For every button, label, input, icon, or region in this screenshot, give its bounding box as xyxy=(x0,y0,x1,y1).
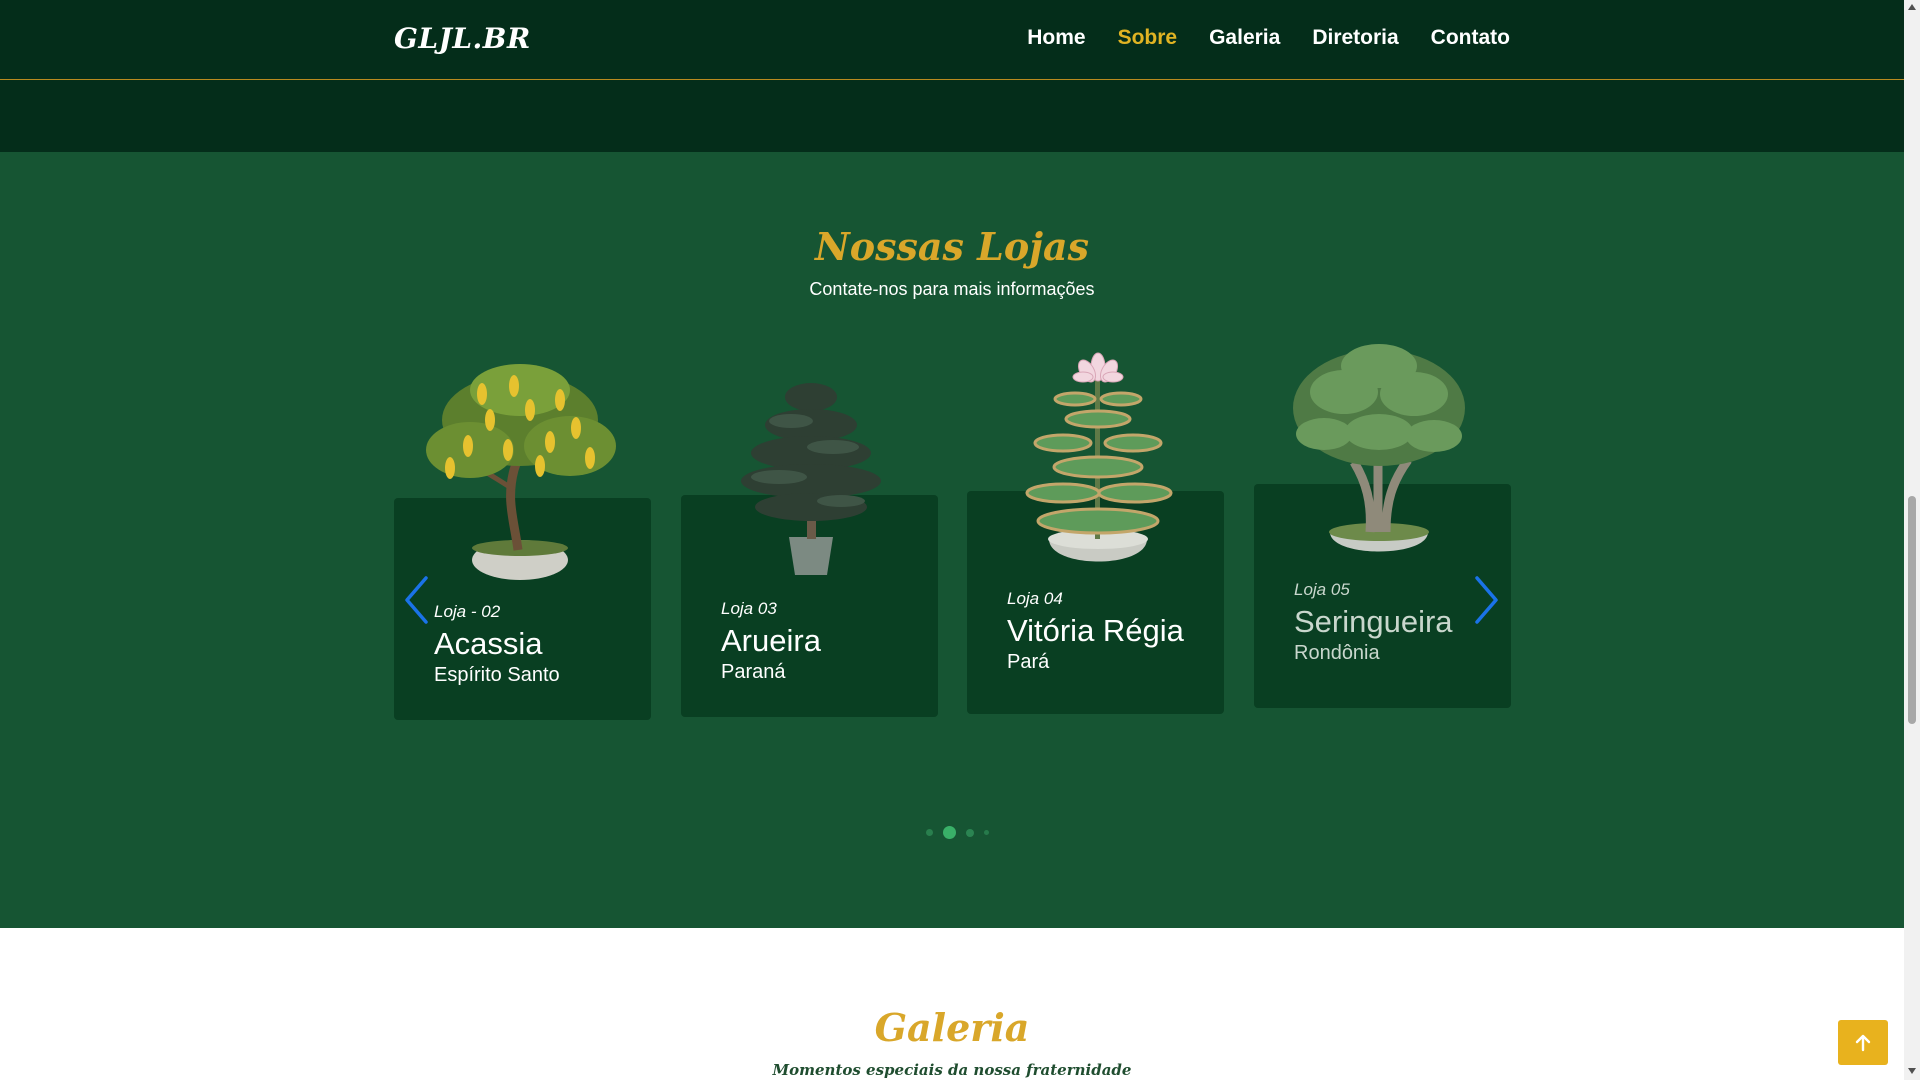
gallery-title: Galeria xyxy=(874,1005,1030,1050)
store-name: Seringueira xyxy=(1294,604,1453,639)
carousel-next-chevron-right-icon[interactable] xyxy=(1471,575,1501,625)
stores-subtitle: Contate-nos para mais informações xyxy=(809,279,1095,299)
store-name: Acassia xyxy=(434,626,543,661)
araucaria-plant-image xyxy=(741,383,881,575)
previous-section-end xyxy=(0,80,1904,152)
back-to-top-button[interactable] xyxy=(1838,1020,1888,1065)
carousel-pagination xyxy=(926,826,989,839)
carousel-dot-4[interactable] xyxy=(984,830,989,835)
store-state: Espírito Santo xyxy=(434,664,560,686)
page-viewport: GLJL.BR Home Sobre Galeria Diretoria Con… xyxy=(0,0,1904,1080)
store-number: Loja 05 xyxy=(1294,580,1350,599)
store-number: Loja 03 xyxy=(721,599,777,618)
store-name: Vitória Régia xyxy=(1007,613,1184,648)
nav-sobre[interactable]: Sobre xyxy=(1118,26,1178,50)
victoria-regia-plant-image xyxy=(1025,352,1173,562)
rubber-tree-plant-image xyxy=(1293,344,1465,552)
scrollbar-thumb[interactable] xyxy=(1908,496,1916,724)
store-name: Arueira xyxy=(721,623,821,658)
nav-contato[interactable]: Contato xyxy=(1431,26,1510,50)
store-state: Pará xyxy=(1007,651,1050,673)
carousel-prev-chevron-left-icon[interactable] xyxy=(402,575,432,625)
carousel-dot-1[interactable] xyxy=(926,829,933,836)
gallery-subtitle: Momentos especiais da nossa fraternidade xyxy=(772,1061,1132,1079)
arrow-up-icon xyxy=(1855,1034,1871,1051)
store-card[interactable]: Loja 03 Arueira Paraná xyxy=(681,383,938,717)
store-card[interactable]: Loja 04 Vitória Régia Pará xyxy=(967,352,1224,714)
carousel-dot-3[interactable] xyxy=(966,828,974,837)
scroll-up-arrow-icon[interactable] xyxy=(1908,4,1916,10)
store-card-text: Loja - 02 Acassia Espírito Santo xyxy=(434,602,560,687)
carousel-dot-2-active[interactable] xyxy=(943,826,956,839)
nav-galeria[interactable]: Galeria xyxy=(1209,26,1280,50)
store-card[interactable]: Loja - 02 Acassia Espírito Santo xyxy=(394,364,651,720)
page-scrollbar[interactable] xyxy=(1904,0,1920,1080)
store-number: Loja - 02 xyxy=(434,602,501,621)
store-card-text: Loja 04 Vitória Régia Pará xyxy=(1007,589,1184,674)
stores-title: Nossas Lojas xyxy=(815,224,1089,269)
main-nav: Home Sobre Galeria Diretoria Contato xyxy=(1027,26,1510,50)
store-state: Rondônia xyxy=(1294,642,1380,664)
store-card-text: Loja 05 Seringueira Rondônia xyxy=(1294,580,1453,665)
brand-logo[interactable]: GLJL.BR xyxy=(394,22,531,55)
site-header: GLJL.BR Home Sobre Galeria Diretoria Con… xyxy=(0,0,1904,80)
store-card-text: Loja 03 Arueira Paraná xyxy=(721,599,821,684)
acacia-plant-image xyxy=(426,364,616,580)
scroll-down-arrow-icon[interactable] xyxy=(1908,1068,1916,1074)
nav-home[interactable]: Home xyxy=(1027,26,1085,50)
store-state: Paraná xyxy=(721,661,786,683)
nav-diretoria[interactable]: Diretoria xyxy=(1312,26,1398,50)
store-number: Loja 04 xyxy=(1007,589,1063,608)
stores-section: Nossas Lojas Contate-nos para mais infor… xyxy=(0,152,1904,928)
